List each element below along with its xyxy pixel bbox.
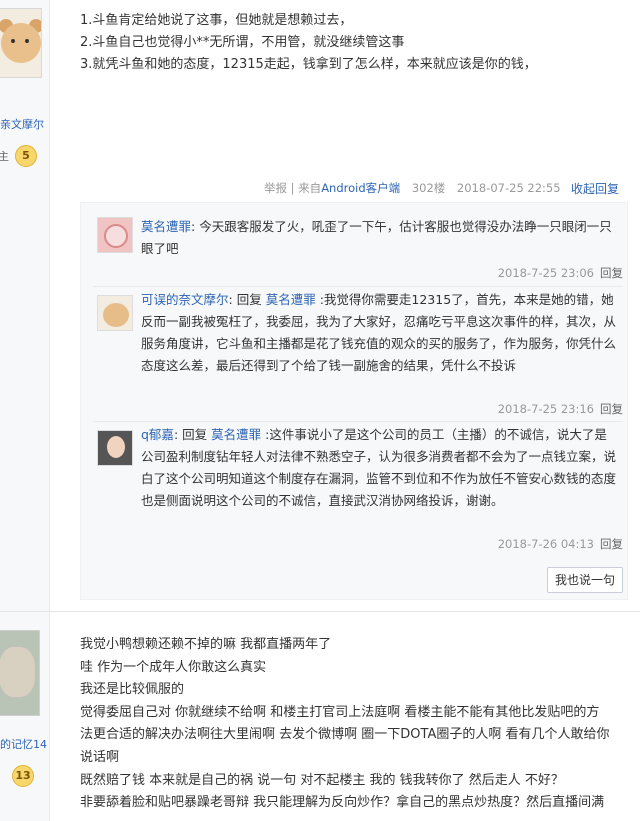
level-badge: 5 xyxy=(15,145,37,167)
reply-divider xyxy=(93,421,623,422)
meta-source: 来自Android客户端 xyxy=(298,181,401,195)
user-avatar[interactable] xyxy=(0,8,42,78)
colon: : xyxy=(228,292,237,307)
level-badge: 13 xyxy=(12,765,34,787)
reply-target[interactable]: 莫名遭罪 xyxy=(211,427,261,442)
reply-button[interactable]: 回复 xyxy=(600,402,623,416)
collapse-replies-link[interactable]: 收起回复 xyxy=(571,180,619,197)
reply-target[interactable]: 莫名遭罪 xyxy=(266,292,316,307)
reply-text: 可误的奈文摩尔: 回复 莫名遭罪 :我觉得你需要走12315了，首先，本来是她的… xyxy=(141,289,619,377)
colon: : xyxy=(315,292,324,307)
post-line: 觉得委屈自己对 你就继续不给啊 和楼主打官司上法庭啊 看楼主能不能有其他比发贴吧… xyxy=(80,704,600,720)
bear-face-icon xyxy=(1,23,41,63)
reply-user[interactable]: 可误的奈文摩尔 xyxy=(141,292,229,307)
reply-user[interactable]: 莫名遭罪 xyxy=(141,219,191,234)
post-content: 我觉小鸭想赖还赖不掉的嘛 我都直播两年了 哇 作为一个成年人你敢这么真实 我还是… xyxy=(80,634,636,815)
reply-button[interactable]: 回复 xyxy=(600,537,623,551)
post-time: 2018-07-25 22:55 xyxy=(456,181,561,195)
floor-number: 302楼 xyxy=(411,181,446,195)
author-name[interactable]: 亲文摩尔 xyxy=(0,116,44,132)
reply-divider xyxy=(93,286,623,287)
reply-avatar[interactable] xyxy=(97,217,133,253)
post-line: 哇 作为一个成年人你敢这么真实 xyxy=(80,659,267,675)
reply-time: 2018-7-25 23:06 xyxy=(497,266,594,280)
client-link[interactable]: Android客户端 xyxy=(321,181,400,195)
eye xyxy=(25,39,29,43)
post-line: 我还是比较佩服的 xyxy=(80,682,185,698)
user-avatar[interactable] xyxy=(0,630,40,716)
avatar-image xyxy=(103,303,129,327)
reply-list: 莫名遭罪: 今天跟客服发了火，吼歪了一下午，估计客服也觉得没办法睁一只眼闭一只眼… xyxy=(80,202,628,600)
post-meta: 举报 | 来自Android客户端 302楼 2018-07-25 22:55 xyxy=(264,180,561,196)
post-line: 说话啊 xyxy=(80,749,120,765)
reply-button[interactable]: 回复 xyxy=(600,266,623,280)
post-line: 我觉小鸭想赖还赖不掉的嘛 我都直播两年了 xyxy=(80,637,332,652)
author-name[interactable]: 的记忆14 xyxy=(0,736,47,752)
reply-word: 回复 xyxy=(182,427,208,442)
add-reply-button[interactable]: 我也说一句 xyxy=(547,567,623,593)
post-line: 法更合适的解决办法啊往大里闹啊 去发个微博啊 圈一下DOTA圈子的人啊 看有几个… xyxy=(80,727,610,743)
colon: : xyxy=(173,427,183,442)
reply-meta: 2018-7-25 23:16 回复 xyxy=(498,401,623,417)
post-content: 1.斗鱼肯定给她说了这事，但她就是想赖过去， 2.斗鱼自己也觉得小**无所谓，不… xyxy=(80,10,537,76)
reply-avatar[interactable] xyxy=(97,295,133,331)
reply-body: 今天跟客服发了火，吼歪了一下午，估计客服也觉得没办法睁一只眼闭一只眼了吧 xyxy=(141,219,612,256)
reply-word: 回复 xyxy=(236,292,262,307)
reply-time: 2018-7-25 23:16 xyxy=(497,402,594,416)
post-line: 3.就凭斗鱼和她的态度，12315走起，钱拿到了怎么样，本来就应该是你的钱， xyxy=(80,57,537,72)
level-label: 主 xyxy=(0,150,9,163)
post-divider xyxy=(0,611,640,612)
reply-meta: 2018-7-25 23:06 回复 xyxy=(498,265,623,281)
avatar-image xyxy=(104,224,128,248)
reply-meta: 2018-7-26 04:13 回复 xyxy=(498,536,623,552)
reply-user[interactable]: q郁嘉 xyxy=(141,427,174,442)
colon: : xyxy=(191,219,200,234)
reply-time: 2018-7-26 04:13 xyxy=(497,537,594,551)
eye xyxy=(11,39,15,43)
avatar-image xyxy=(107,436,125,458)
post-line: 1.斗鱼肯定给她说了这事，但她就是想赖过去， xyxy=(80,13,353,28)
avatar-image xyxy=(0,647,35,697)
reply-avatar[interactable] xyxy=(97,430,133,466)
reply-text: 莫名遭罪: 今天跟客服发了火，吼歪了一下午，估计客服也觉得没办法睁一只眼闭一只眼… xyxy=(141,216,619,260)
reply-text: q郁嘉: 回复 莫名遭罪 :这件事说小了是这个公司的员工（主播）的不诚信，说大了… xyxy=(141,424,619,512)
post-line: 既然赔了钱 本来就是自己的祸 说一句 对不起楼主 我的 钱我转你了 然后走人 不… xyxy=(80,772,564,788)
post-line: 非要舔着脸和贴吧暴躁老哥辩 我只能理解为反向炒作？拿自己的黑点炒热度？然后直播间… xyxy=(80,795,605,811)
post-line: 2.斗鱼自己也觉得小**无所谓，不用管，就没继续管这事 xyxy=(80,35,405,50)
report-link[interactable]: 举报 xyxy=(264,181,287,195)
